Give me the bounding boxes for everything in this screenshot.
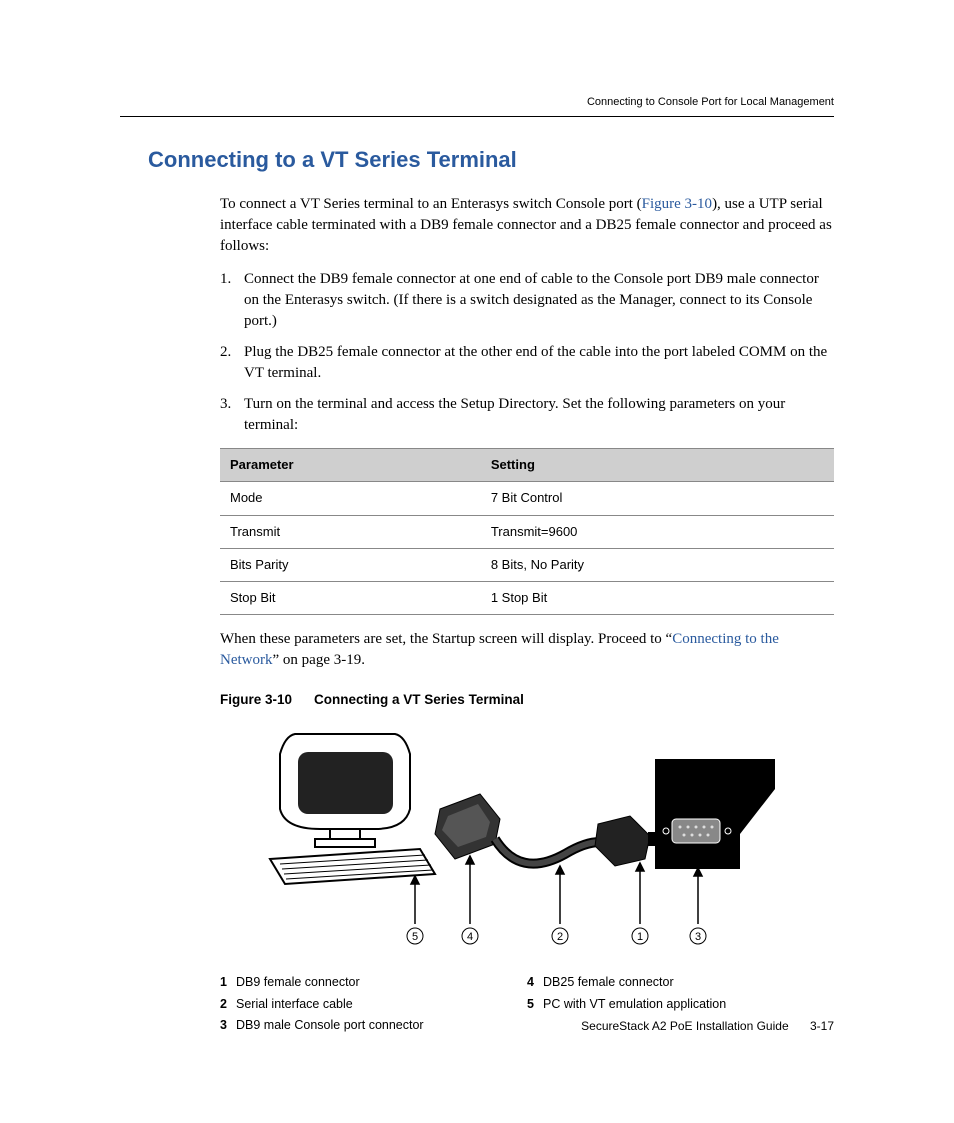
table-header-row: Parameter Setting — [220, 449, 834, 482]
callout-numbers: 5 4 2 1 3 — [407, 928, 706, 944]
legend-text: DB9 male Console port connector — [236, 1018, 424, 1032]
svg-text:2: 2 — [557, 931, 563, 943]
closing-text-pre: When these parameters are set, the Start… — [220, 631, 672, 647]
svg-text:4: 4 — [467, 931, 473, 943]
legend-number: 2 — [220, 996, 236, 1014]
step-number: 2. — [220, 342, 244, 384]
diagram-svg: 5 4 2 1 3 — [220, 724, 840, 954]
column-header-setting: Setting — [481, 449, 834, 482]
cell-setting: 1 Stop Bit — [481, 581, 834, 614]
svg-text:5: 5 — [412, 931, 418, 943]
cell-setting: Transmit=9600 — [481, 515, 834, 548]
legend-text: Serial interface cable — [236, 997, 353, 1011]
svg-text:1: 1 — [637, 931, 643, 943]
column-header-parameter: Parameter — [220, 449, 481, 482]
page-footer: SecureStack A2 PoE Installation Guide 3-… — [581, 1018, 834, 1035]
closing-text-post: ” on page 3-19. — [273, 652, 365, 668]
step-text: Turn on the terminal and access the Setu… — [244, 394, 834, 436]
step-number: 3. — [220, 394, 244, 436]
cell-parameter: Transmit — [220, 515, 481, 548]
step-item: 2. Plug the DB25 female connector at the… — [220, 342, 834, 384]
cell-parameter: Stop Bit — [220, 581, 481, 614]
section-heading: Connecting to a VT Series Terminal — [148, 145, 834, 176]
figure-caption: Figure 3-10 Connecting a VT Series Termin… — [220, 691, 834, 710]
table-row: Stop Bit 1 Stop Bit — [220, 581, 834, 614]
keyboard-icon — [270, 849, 435, 884]
legend-item: 1DB9 female connector — [220, 974, 527, 992]
legend-number: 4 — [527, 974, 543, 992]
legend-item: 2Serial interface cable — [220, 996, 527, 1014]
svg-text:3: 3 — [695, 931, 701, 943]
parameter-table: Parameter Setting Mode 7 Bit Control Tra… — [220, 448, 834, 615]
footer-page-number: 3-17 — [810, 1019, 834, 1033]
step-item: 1. Connect the DB9 female connector at o… — [220, 269, 834, 332]
figure-number: Figure 3-10 — [220, 692, 292, 707]
step-list: 1. Connect the DB9 female connector at o… — [220, 269, 834, 436]
cell-setting: 8 Bits, No Parity — [481, 548, 834, 581]
cell-parameter: Mode — [220, 482, 481, 515]
footer-doc-title: SecureStack A2 PoE Installation Guide — [581, 1019, 788, 1033]
table-row: Mode 7 Bit Control — [220, 482, 834, 515]
closing-paragraph: When these parameters are set, the Start… — [220, 629, 834, 671]
step-number: 1. — [220, 269, 244, 332]
cell-setting: 7 Bit Control — [481, 482, 834, 515]
figure-title: Connecting a VT Series Terminal — [314, 692, 524, 707]
legend-number: 3 — [220, 1017, 236, 1035]
legend-number: 1 — [220, 974, 236, 992]
legend-text: DB25 female connector — [543, 975, 674, 989]
table-row: Transmit Transmit=9600 — [220, 515, 834, 548]
legend-text: DB9 female connector — [236, 975, 360, 989]
table-row: Bits Parity 8 Bits, No Parity — [220, 548, 834, 581]
switch-panel-icon — [655, 759, 775, 869]
running-header: Connecting to Console Port for Local Man… — [120, 95, 834, 117]
legend-item: 3DB9 male Console port connector — [220, 1017, 527, 1035]
intro-paragraph: To connect a VT Series terminal to an En… — [220, 194, 834, 257]
db25-connector-icon — [435, 794, 500, 859]
figure-illustration: 5 4 2 1 3 — [220, 724, 834, 954]
step-text: Plug the DB25 female connector at the ot… — [244, 342, 834, 384]
legend-number: 5 — [527, 996, 543, 1014]
legend-column-left: 1DB9 female connector 2Serial interface … — [220, 974, 527, 1039]
legend-item: 5PC with VT emulation application — [527, 996, 834, 1014]
figure-reference-link[interactable]: Figure 3-10 — [642, 196, 712, 212]
monitor-icon — [280, 734, 410, 847]
cell-parameter: Bits Parity — [220, 548, 481, 581]
legend-item: 4DB25 female connector — [527, 974, 834, 992]
step-text: Connect the DB9 female connector at one … — [244, 269, 834, 332]
step-item: 3. Turn on the terminal and access the S… — [220, 394, 834, 436]
legend-text: PC with VT emulation application — [543, 997, 726, 1011]
intro-text-pre: To connect a VT Series terminal to an En… — [220, 196, 642, 212]
